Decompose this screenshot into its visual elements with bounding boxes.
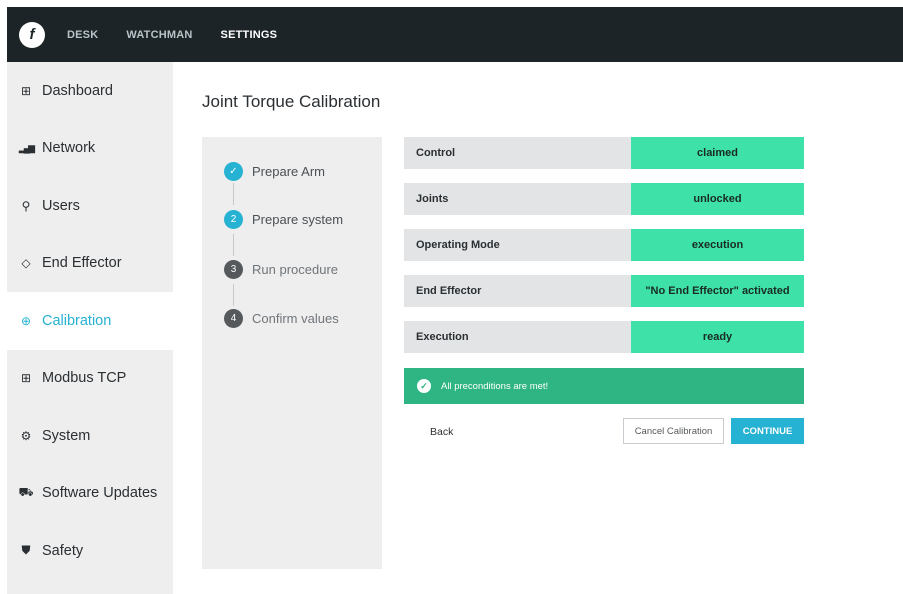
banner-text: All preconditions are met! bbox=[441, 380, 549, 392]
network-icon: ▂▄▆ bbox=[18, 142, 35, 153]
sidebar-item-label: System bbox=[42, 427, 91, 444]
step-number: 2 bbox=[224, 210, 243, 229]
condition-status-badge: "No End Effector" activated bbox=[631, 275, 804, 307]
step-connector bbox=[233, 284, 234, 306]
sidebar-item-software-updates[interactable]: ⛟ Software Updates bbox=[7, 465, 173, 523]
back-button[interactable]: Back bbox=[430, 426, 453, 438]
sidebar-item-label: Calibration bbox=[42, 312, 112, 329]
step-label: Run procedure bbox=[252, 262, 338, 277]
sidebar-item-system[interactable]: ⚙ System bbox=[7, 407, 173, 465]
sidebar-item-label: End Effector bbox=[42, 255, 122, 272]
condition-status-badge: claimed bbox=[631, 137, 804, 169]
topnav-desk[interactable]: DESK bbox=[67, 29, 98, 41]
sidebar-item-dashboard[interactable]: ⊞ Dashboard bbox=[7, 62, 173, 120]
continue-button[interactable]: CONTINUE bbox=[731, 418, 804, 444]
condition-row-operating-mode: Operating Mode execution bbox=[404, 229, 804, 261]
condition-label: Operating Mode bbox=[404, 229, 631, 261]
step-prepare-arm: ✓ Prepare Arm bbox=[224, 162, 325, 181]
step-number: 4 bbox=[224, 309, 243, 328]
sidebar: ⊞ Dashboard ▂▄▆ Network ⚲ Users ◇ End Ef… bbox=[7, 62, 173, 594]
modbus-icon: ⊞ bbox=[20, 371, 32, 386]
step-confirm-values: 4 Confirm values bbox=[224, 309, 339, 328]
safety-icon: ⛊ bbox=[21, 543, 31, 558]
wizard-steps-panel: ✓ Prepare Arm 2 Prepare system 3 Run pro… bbox=[202, 137, 382, 569]
step-label: Confirm values bbox=[252, 311, 339, 326]
condition-label: End Effector bbox=[404, 275, 631, 307]
sidebar-item-label: Users bbox=[42, 197, 80, 214]
condition-label: Joints bbox=[404, 183, 631, 215]
preconditions-met-banner: ✓ All preconditions are met! bbox=[404, 368, 804, 404]
sidebar-item-label: Safety bbox=[42, 542, 84, 559]
condition-row-execution: Execution ready bbox=[404, 321, 804, 353]
topnav-watchman[interactable]: WATCHMAN bbox=[126, 29, 192, 41]
condition-status-badge: unlocked bbox=[631, 183, 804, 215]
sidebar-item-label: Software Updates bbox=[42, 485, 158, 502]
condition-row-joints: Joints unlocked bbox=[404, 183, 804, 215]
topnav-settings[interactable]: SETTINGS bbox=[221, 29, 278, 41]
franka-logo-icon[interactable]: f bbox=[19, 21, 45, 48]
step-run-procedure: 3 Run procedure bbox=[224, 260, 338, 279]
step-label: Prepare system bbox=[252, 212, 344, 227]
step-connector bbox=[233, 183, 234, 205]
sidebar-item-calibration[interactable]: ⊕ Calibration bbox=[7, 292, 173, 350]
page-title: Joint Torque Calibration bbox=[202, 92, 381, 111]
condition-status-badge: ready bbox=[631, 321, 804, 353]
cancel-calibration-button[interactable]: Cancel Calibration bbox=[623, 418, 724, 444]
step-label: Prepare Arm bbox=[252, 164, 325, 179]
sidebar-item-end-effector[interactable]: ◇ End Effector bbox=[7, 235, 173, 293]
step-number: 3 bbox=[224, 260, 243, 279]
condition-label: Control bbox=[404, 137, 631, 169]
users-icon: ⚲ bbox=[21, 198, 31, 213]
condition-row-end-effector: End Effector "No End Effector" activated bbox=[404, 275, 804, 307]
software-updates-icon: ⛟ bbox=[18, 485, 34, 500]
check-circle-icon: ✓ bbox=[417, 379, 431, 393]
step-done-check-icon: ✓ bbox=[224, 162, 243, 181]
top-navigation-bar: f DESK WATCHMAN SETTINGS bbox=[7, 7, 903, 62]
sidebar-item-label: Network bbox=[42, 140, 96, 157]
system-icon: ⚙ bbox=[20, 428, 32, 443]
step-prepare-system: 2 Prepare system bbox=[224, 210, 343, 229]
condition-row-control: Control claimed bbox=[404, 137, 804, 169]
calibration-icon: ⊕ bbox=[20, 313, 32, 328]
sidebar-item-safety[interactable]: ⛊ Safety bbox=[7, 522, 173, 580]
sidebar-item-network[interactable]: ▂▄▆ Network bbox=[7, 120, 173, 178]
step-connector bbox=[233, 234, 234, 256]
condition-status-badge: execution bbox=[631, 229, 804, 261]
dashboard-icon: ⊞ bbox=[20, 83, 32, 98]
condition-label: Execution bbox=[404, 321, 631, 353]
sidebar-item-modbus-tcp[interactable]: ⊞ Modbus TCP bbox=[7, 350, 173, 408]
sidebar-item-label: Modbus TCP bbox=[42, 370, 127, 387]
end-effector-icon: ◇ bbox=[21, 256, 31, 271]
sidebar-item-label: Dashboard bbox=[42, 82, 113, 99]
sidebar-item-users[interactable]: ⚲ Users bbox=[7, 177, 173, 235]
